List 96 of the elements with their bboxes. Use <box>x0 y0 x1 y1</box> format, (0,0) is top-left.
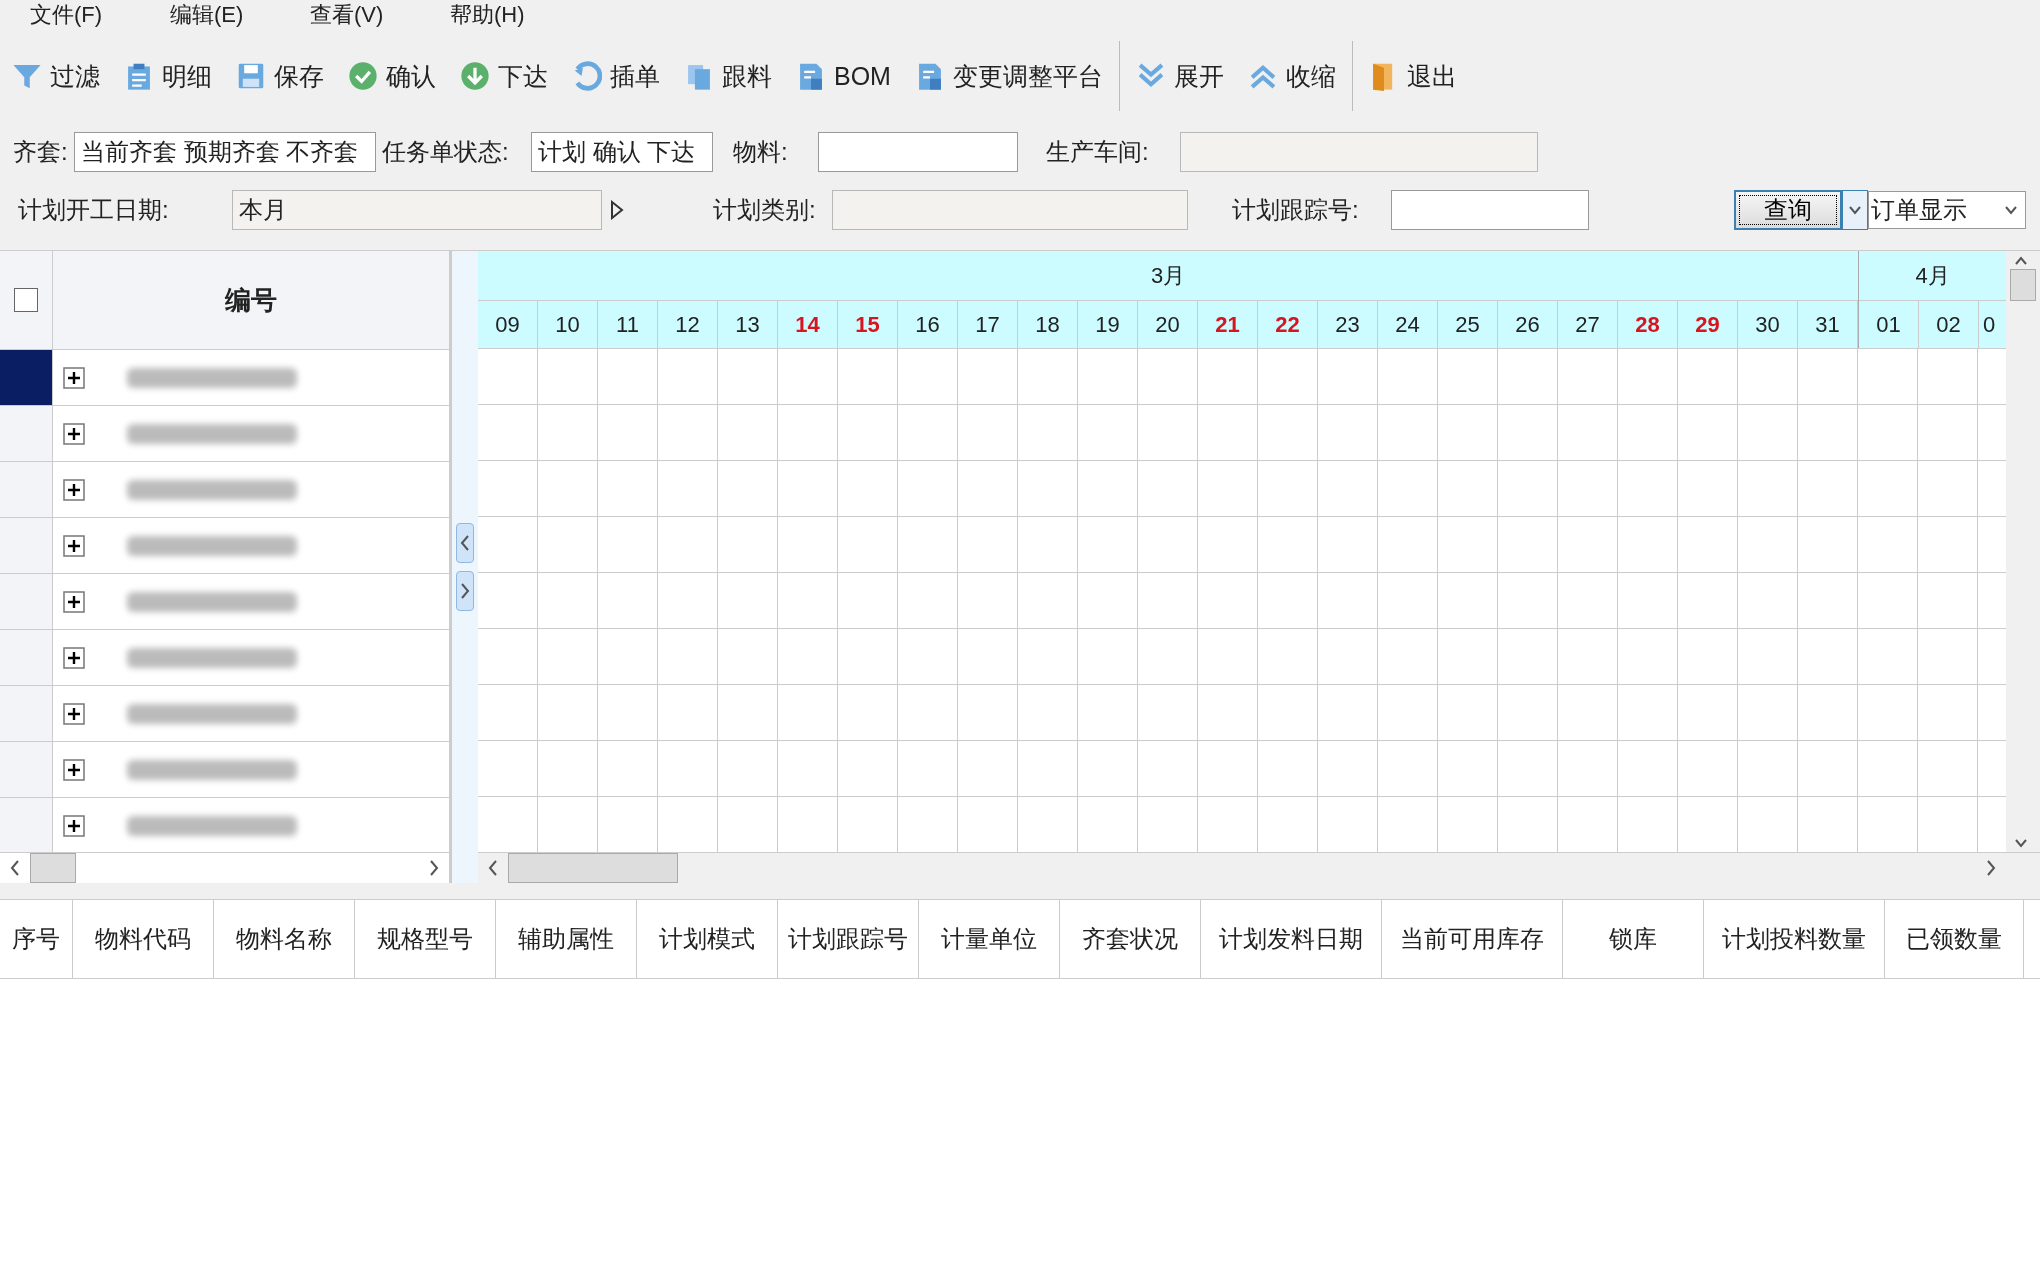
month-header: 3月 <box>478 251 1858 301</box>
day-header: 29 <box>1678 301 1738 348</box>
field-label: 齐套: <box>12 137 69 167</box>
column-header: 锁库 <box>1563 900 1704 978</box>
circular-arrow-icon <box>572 61 602 91</box>
column-header: 齐套状况 <box>1060 900 1201 978</box>
field-label: 计划开工日期: <box>17 195 170 225</box>
field-label: 计划跟踪号: <box>1231 195 1360 225</box>
column-header: 物料名称 <box>214 900 355 978</box>
day-header: 26 <box>1498 301 1558 348</box>
day-header: 12 <box>658 301 718 348</box>
day-header: 14 <box>778 301 838 348</box>
field-label: 任务单状态: <box>381 137 510 167</box>
column-header: 已领数量 <box>1885 900 2024 978</box>
toolbar-button[interactable]: 收缩 <box>1235 53 1348 99</box>
day-header: 25 <box>1438 301 1498 348</box>
left-chevron-icon <box>487 859 499 877</box>
column-header: 辅助属性 <box>496 900 637 978</box>
menu-item[interactable]: 文件(F) <box>30 0 170 30</box>
toolbar-button[interactable]: 下达 <box>448 53 560 99</box>
toolbar-button[interactable]: 明细 <box>112 53 224 99</box>
scrollbar-thumb[interactable] <box>508 853 678 883</box>
right-chevron-icon <box>1985 859 1997 877</box>
column-header: 编号 <box>224 283 278 317</box>
left-chevron-icon <box>9 859 21 877</box>
column-header: 计量单位 <box>919 900 1060 978</box>
column-header: 物料代码 <box>73 900 214 978</box>
day-header: 09 <box>478 301 538 348</box>
day-header: 20 <box>1138 301 1198 348</box>
expand-plus-icon[interactable] <box>63 366 85 389</box>
menu-item[interactable]: 帮助(H) <box>450 0 590 30</box>
field-label: 计划类别: <box>712 195 817 225</box>
day-header: 13 <box>718 301 778 348</box>
day-header: 18 <box>1018 301 1078 348</box>
view-select[interactable]: 订单显示 <box>1868 191 2026 229</box>
day-header: 21 <box>1198 301 1258 348</box>
menu-item[interactable]: 查看(V) <box>310 0 450 30</box>
collapse-button[interactable] <box>456 523 474 563</box>
column-header: 计划投料数量 <box>1704 900 1885 978</box>
dropdown-button[interactable] <box>1842 190 1868 230</box>
expand-plus-icon[interactable] <box>63 422 85 445</box>
toolbar-button[interactable]: 保存 <box>224 53 336 99</box>
toolbar-button[interactable]: 退出 <box>1356 53 1469 99</box>
input-field[interactable]: 计划 确认 下达 <box>531 132 713 172</box>
day-header: 11 <box>598 301 658 348</box>
toolbar-button[interactable]: 过滤 <box>0 53 112 99</box>
column-header: 计划模式 <box>637 900 778 978</box>
field-label: 生产车间: <box>1045 137 1150 167</box>
expand-plus-icon[interactable] <box>63 702 85 725</box>
day-header: 23 <box>1318 301 1378 348</box>
day-header: 0 <box>1982 310 1997 339</box>
field-label: 物料: <box>732 137 789 167</box>
day-header: 15 <box>838 301 898 348</box>
checkmark-circle-icon <box>348 61 378 91</box>
day-header: 16 <box>898 301 958 348</box>
query-button[interactable]: 查询 <box>1734 190 1842 230</box>
day-header: 10 <box>538 301 598 348</box>
expand-plus-icon[interactable] <box>63 534 85 557</box>
expand-plus-icon[interactable] <box>63 646 85 669</box>
day-header: 27 <box>1558 301 1618 348</box>
left-chevron-icon <box>459 534 471 552</box>
day-header: 01 <box>1859 301 1919 348</box>
day-header: 24 <box>1378 301 1438 348</box>
day-header: 31 <box>1798 301 1858 348</box>
input-field[interactable] <box>1391 190 1589 230</box>
column-header: 规格型号 <box>355 900 496 978</box>
column-header: 当前可用库存 <box>1382 900 1563 978</box>
right-chevron-icon <box>459 582 471 600</box>
day-header: 19 <box>1078 301 1138 348</box>
column-header: 计划发料日期 <box>1201 900 1382 978</box>
down-arrow-circle-icon <box>460 61 490 91</box>
input-field[interactable] <box>818 132 1018 172</box>
scrollbar-thumb[interactable] <box>2010 269 2036 301</box>
expand-plus-icon[interactable] <box>63 758 85 781</box>
toolbar-button[interactable]: 变更调整平台 <box>902 53 1115 99</box>
expand-plus-icon[interactable] <box>63 478 85 501</box>
expand-plus-icon[interactable] <box>63 590 85 613</box>
select-all-checkbox[interactable] <box>14 288 38 312</box>
column-header: 序号 <box>0 900 73 978</box>
day-header: 28 <box>1618 301 1678 348</box>
toolbar-button[interactable]: 展开 <box>1123 53 1236 99</box>
scrollbar-thumb[interactable] <box>30 853 76 883</box>
menu-item[interactable]: 编辑(E) <box>170 0 310 30</box>
day-header: 22 <box>1258 301 1318 348</box>
column-header: 计划跟踪号 <box>778 900 919 978</box>
toolbar-button[interactable]: BOM <box>784 55 903 97</box>
toolbar-button[interactable]: 确认 <box>336 53 448 99</box>
day-header: 30 <box>1738 301 1798 348</box>
toolbar-button[interactable]: 跟料 <box>672 53 784 99</box>
day-header: 02 <box>1919 301 1979 348</box>
input-field[interactable]: 当前齐套 预期齐套 不齐套 <box>74 132 376 172</box>
day-header: 17 <box>958 301 1018 348</box>
expand-plus-icon[interactable] <box>63 814 85 837</box>
expand-button[interactable] <box>456 571 474 611</box>
toolbar-button[interactable]: 插单 <box>560 53 672 99</box>
right-chevron-icon <box>428 859 440 877</box>
